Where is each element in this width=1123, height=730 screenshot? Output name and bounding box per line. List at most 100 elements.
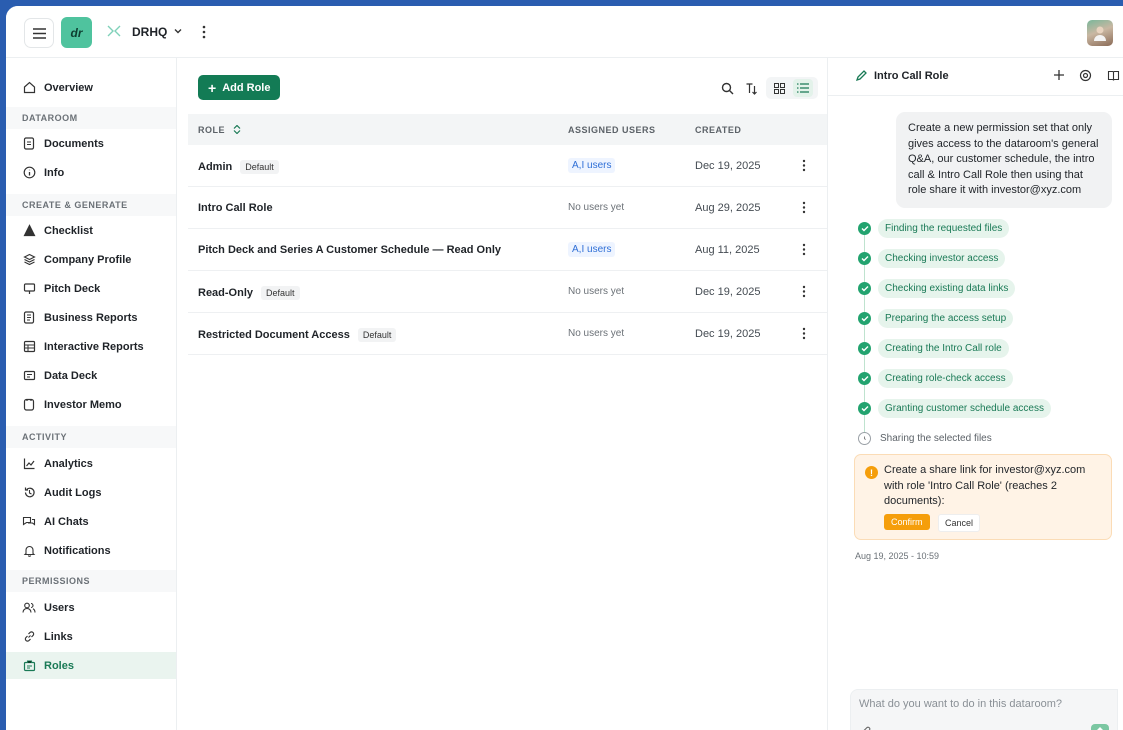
hamburger-icon (32, 27, 46, 39)
sidebar-item-label: Roles (44, 659, 74, 672)
section-dataroom: DATAROOM (6, 107, 176, 129)
check-circle-icon (858, 371, 871, 385)
created-date: Dec 19, 2025 (695, 328, 761, 340)
sidebar-item-label: Company Profile (44, 253, 132, 266)
menu-button[interactable] (24, 18, 54, 48)
sidebar-item-label: Documents (44, 137, 104, 150)
sidebar-item-checklist[interactable]: Checklist (6, 217, 176, 244)
sidebar-item-business-reports[interactable]: Business Reports (6, 304, 176, 331)
chevron-down-icon[interactable] (173, 26, 183, 36)
role-name: Pitch Deck and Series A Customer Schedul… (198, 244, 501, 256)
table-row[interactable]: Intro Call Role No users yet Aug 29, 2025 (188, 187, 827, 229)
sidebar-item-audit-logs[interactable]: Audit Logs (6, 479, 176, 506)
assigned-users[interactable]: A,I users (568, 158, 616, 173)
search-button[interactable] (718, 79, 736, 97)
created-date: Dec 19, 2025 (695, 160, 761, 172)
sidebar-item-documents[interactable]: Documents (6, 130, 176, 157)
chat-input[interactable] (859, 698, 1099, 710)
check-circle-icon (858, 341, 871, 355)
sidebar-item-label: Interactive Reports (44, 340, 144, 353)
more-vertical-icon[interactable] (802, 201, 806, 214)
column-assigned-users[interactable]: ASSIGNED USERS (568, 125, 656, 135)
sidebar-item-interactive-reports[interactable]: Interactive Reports (6, 333, 176, 360)
roles-icon (22, 659, 36, 673)
table-row[interactable]: Pitch Deck and Series A Customer Schedul… (188, 229, 827, 271)
bell-icon (22, 544, 36, 558)
sidebar-item-data-deck[interactable]: Data Deck (6, 362, 176, 389)
more-vertical-icon[interactable] (802, 243, 806, 256)
info-icon (22, 166, 36, 180)
top-bar: dr DRHQ (6, 6, 1123, 58)
more-vertical-icon[interactable] (202, 25, 206, 39)
check-circle-icon (858, 281, 871, 295)
column-role[interactable]: ROLE (198, 124, 241, 135)
table-row[interactable]: Restricted Document Access Default No user… (188, 313, 827, 355)
assigned-users[interactable]: A,I users (568, 242, 616, 257)
sidebar: Overview DATAROOM Documents Info CREATE … (6, 58, 177, 730)
sidebar-item-ai-chats[interactable]: AI Chats (6, 508, 176, 535)
plus-icon: + (208, 79, 217, 96)
sidebar-item-info[interactable]: Info (6, 159, 176, 186)
settings-icon[interactable] (1079, 69, 1092, 82)
confirmation-card: ! Create a share link for investor@xyz.c… (854, 454, 1112, 540)
cancel-button[interactable]: Cancel (938, 514, 981, 532)
role-name-text: Intro Call Role (198, 202, 273, 214)
default-badge: Default (357, 328, 397, 342)
link-icon (22, 630, 36, 644)
sidebar-item-notifications[interactable]: Notifications (6, 537, 176, 564)
sidebar-item-investor-memo[interactable]: Investor Memo (6, 391, 176, 418)
sidebar-item-users[interactable]: Users (6, 594, 176, 621)
sidebar-item-analytics[interactable]: Analytics (6, 450, 176, 477)
step-label: Granting customer schedule access (878, 398, 1051, 418)
sidebar-item-overview[interactable]: Overview (6, 74, 176, 101)
sort-arrows-icon (233, 124, 241, 135)
sidebar-item-company-profile[interactable]: Company Profile (6, 246, 176, 273)
list-view-button[interactable] (793, 79, 813, 97)
assigned-users: No users yet (568, 286, 625, 297)
user-avatar[interactable] (1087, 20, 1113, 46)
report-icon (22, 311, 36, 325)
role-name: Intro Call Role (198, 202, 273, 214)
org-name[interactable]: DRHQ (132, 25, 167, 39)
more-vertical-icon[interactable] (802, 285, 806, 298)
paperclip-icon[interactable] (861, 726, 872, 730)
book-icon[interactable] (1107, 69, 1120, 82)
column-created[interactable]: CREATED (695, 125, 741, 135)
plus-icon[interactable] (1053, 69, 1065, 81)
list-icon (797, 83, 809, 93)
table-header: ROLE ASSIGNED USERS CREATED (188, 114, 827, 145)
progress-step: Creating the Intro Call role (858, 338, 1009, 358)
sort-button[interactable] (742, 79, 760, 97)
step-label: Creating role-check access (878, 368, 1013, 388)
role-name-text: Pitch Deck and Series A Customer Schedul… (198, 244, 501, 256)
history-icon (22, 486, 36, 500)
created-date: Aug 11, 2025 (695, 244, 760, 256)
more-vertical-icon[interactable] (802, 159, 806, 172)
chart-icon (22, 457, 36, 471)
company-icon (22, 253, 36, 267)
add-role-button[interactable]: + Add Role (198, 75, 281, 100)
sort-icon (746, 82, 757, 95)
role-name-text: Admin (198, 161, 233, 173)
add-role-label: Add Role (222, 81, 271, 94)
sparkle-pen-icon (855, 70, 867, 82)
sidebar-item-roles[interactable]: Roles (6, 652, 176, 679)
app-logo[interactable]: dr (61, 17, 92, 48)
confirm-button[interactable]: Confirm (884, 514, 930, 530)
role-name-text: Restricted Document Access (198, 329, 350, 341)
users-icon (22, 601, 36, 615)
sidebar-item-label: Data Deck (44, 369, 98, 382)
table-row[interactable]: Admin Default A,I users Dec 19, 2025 (188, 145, 827, 187)
grid-view-button[interactable] (770, 79, 788, 97)
table-icon (22, 340, 36, 354)
progress-step: Granting customer schedule access (858, 398, 1051, 418)
sidebar-item-label: Investor Memo (44, 398, 122, 411)
send-button[interactable] (1091, 724, 1109, 730)
sidebar-item-links[interactable]: Links (6, 623, 176, 650)
document-icon (22, 137, 36, 151)
table-row[interactable]: Read-Only Default No users yet Dec 19, 2025 (188, 271, 827, 313)
more-vertical-icon[interactable] (802, 327, 806, 340)
progress-step: Checking investor access (858, 248, 1006, 268)
sidebar-item-pitch-deck[interactable]: Pitch Deck (6, 275, 176, 302)
arrow-up-icon (1097, 727, 1103, 730)
